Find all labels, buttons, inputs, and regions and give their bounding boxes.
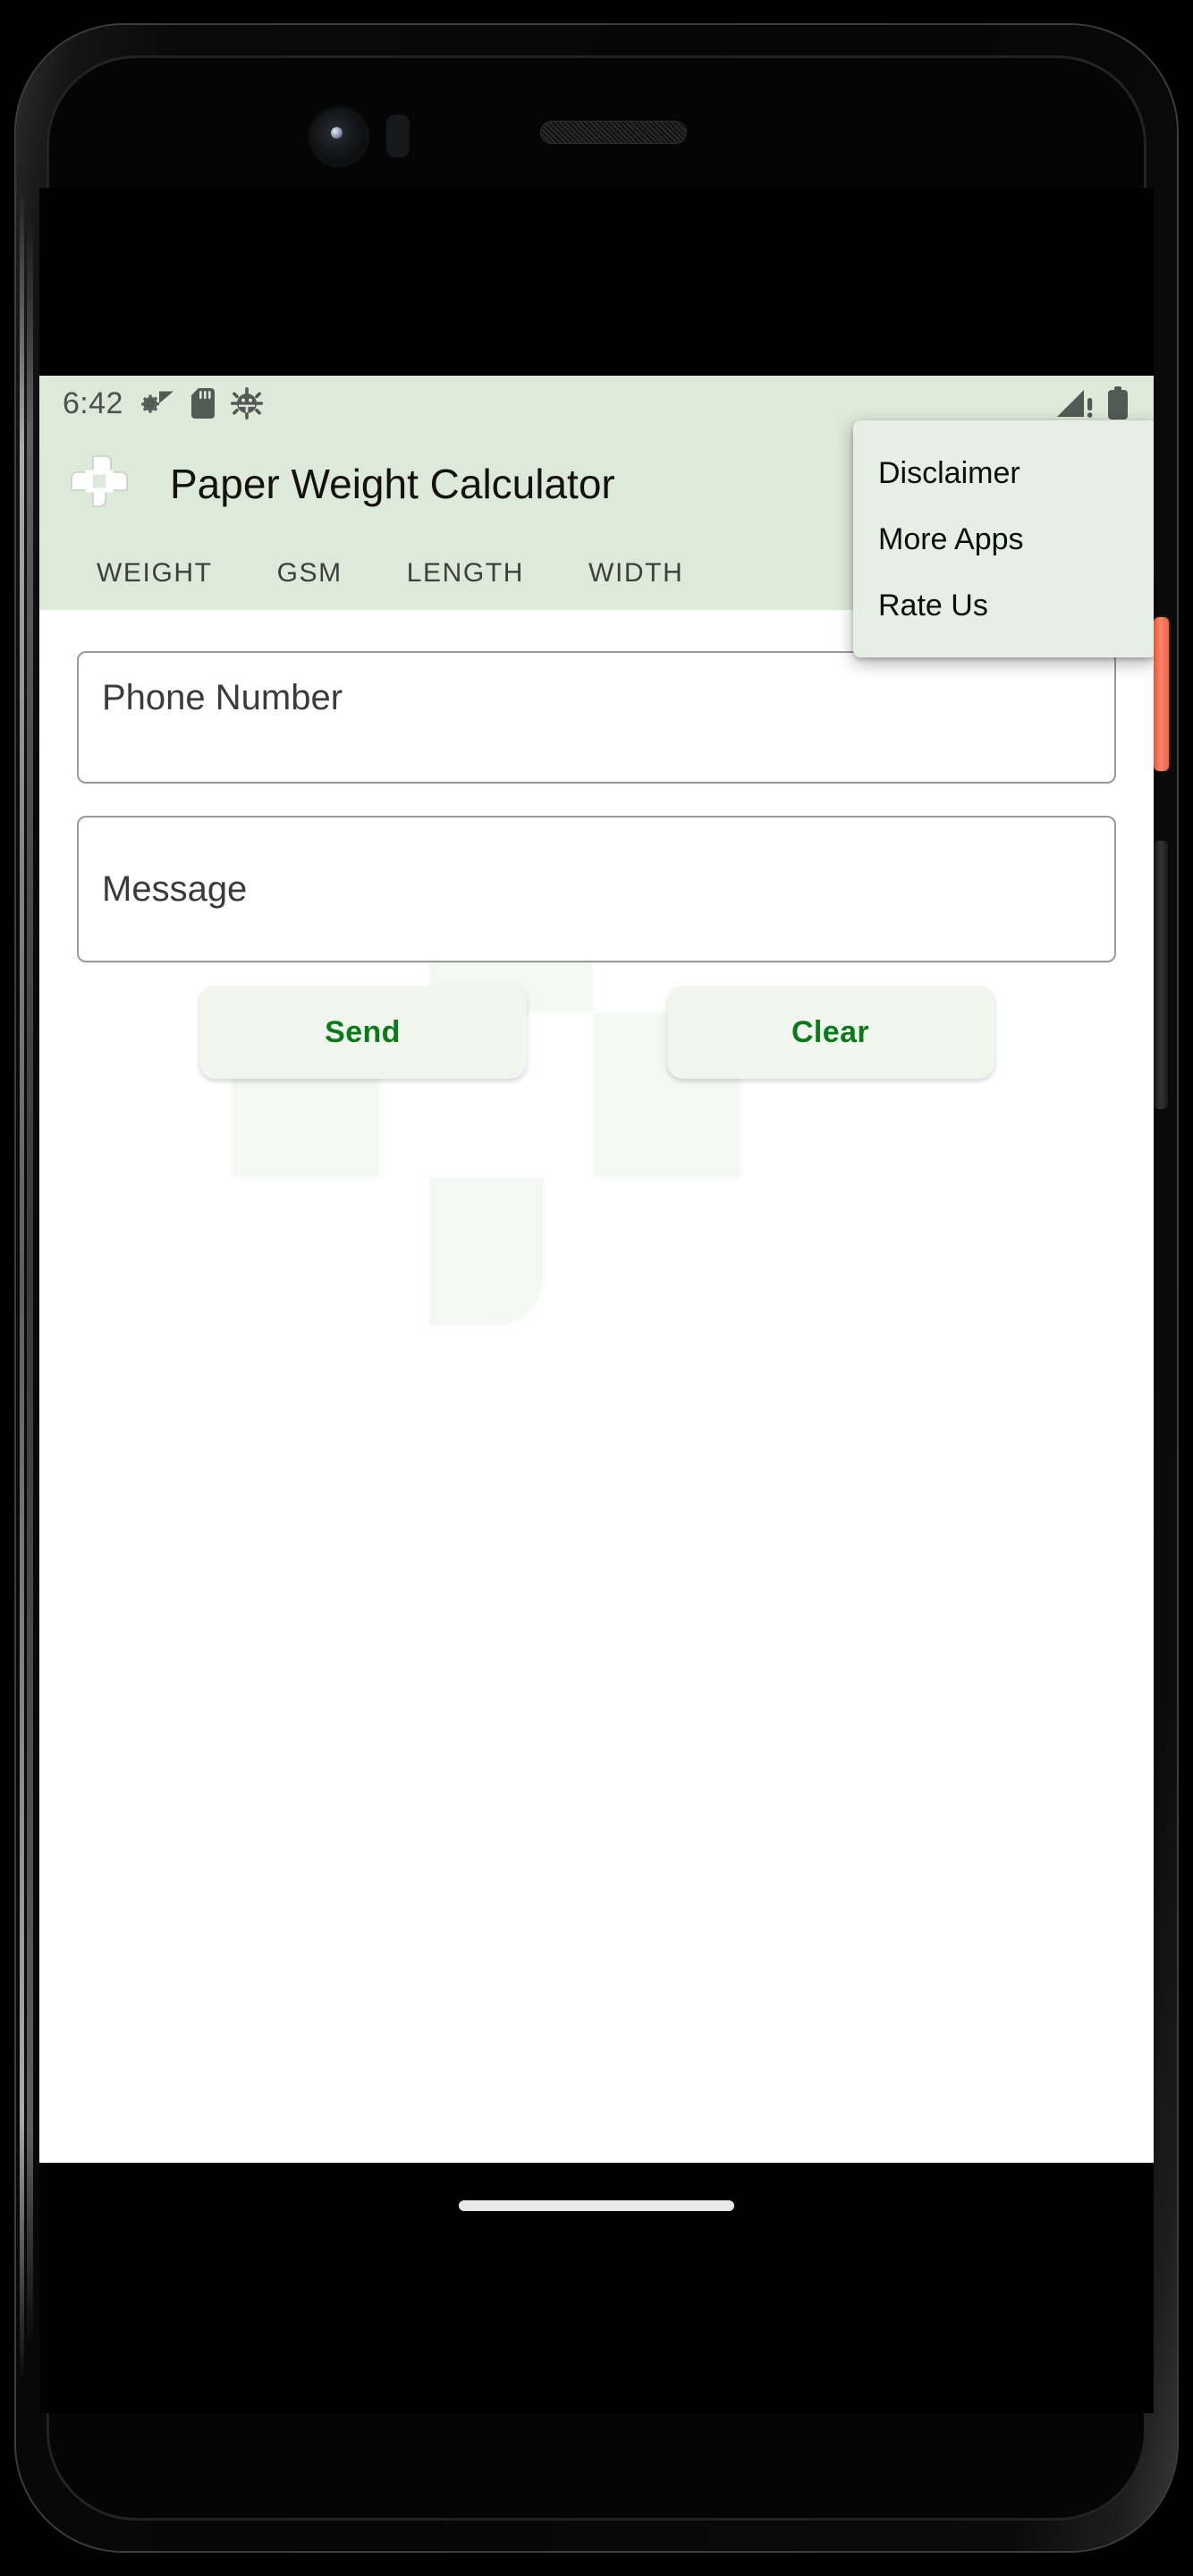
message-placeholder: Message xyxy=(102,869,248,909)
settings-sync-icon xyxy=(140,391,173,413)
gesture-home-pill[interactable] xyxy=(459,2200,734,2211)
message-input[interactable]: Message xyxy=(77,816,1116,962)
status-bar-right-icons xyxy=(1057,386,1129,420)
cellular-no-sim-icon xyxy=(1057,390,1093,418)
screen-top-blank-area xyxy=(39,188,1154,376)
screen-bottom-blank-area xyxy=(39,2279,1154,2413)
volume-rocker-button[interactable] xyxy=(1154,841,1168,1109)
proximity-sensor-icon xyxy=(386,114,410,157)
tab-length[interactable]: LENGTH xyxy=(375,558,556,589)
pinwheel-logo-icon xyxy=(66,451,132,517)
battery-full-icon xyxy=(1108,386,1128,419)
menu-item-more-apps[interactable]: More Apps xyxy=(853,506,1154,572)
contact-form: Phone Number Message Send Clear xyxy=(39,610,1154,1079)
main-content: Phone Number Message Send Clear xyxy=(39,610,1154,2163)
tab-gsm[interactable]: GSM xyxy=(245,558,375,589)
earpiece-speaker-icon xyxy=(540,121,687,144)
power-button[interactable] xyxy=(1154,617,1169,771)
tab-weight[interactable]: WEIGHT xyxy=(66,558,245,589)
frame-edge-shadow-left xyxy=(27,215,33,2343)
phone-screen: 6:42 Paper Weight Calculator WEIGHT GSM … xyxy=(39,376,1154,2163)
overflow-menu: Disclaimer More Apps Rate Us xyxy=(853,420,1154,657)
form-button-row: Send Clear xyxy=(77,962,1116,1079)
android-debug-icon xyxy=(230,387,263,419)
phone-number-input[interactable]: Phone Number xyxy=(77,651,1116,784)
page-title: Paper Weight Calculator xyxy=(170,461,615,507)
frame-edge-highlight-left xyxy=(20,188,24,2379)
system-navigation-bar xyxy=(39,2163,1154,2279)
send-button[interactable]: Send xyxy=(199,986,527,1079)
status-bar-clock: 6:42 xyxy=(63,386,123,420)
menu-item-rate-us[interactable]: Rate Us xyxy=(853,572,1154,639)
status-bar-left-icons xyxy=(140,387,263,419)
phone-number-placeholder: Phone Number xyxy=(102,678,343,717)
front-camera-icon xyxy=(311,109,367,165)
tab-width[interactable]: WIDTH xyxy=(556,558,715,589)
clear-button[interactable]: Clear xyxy=(666,986,994,1079)
sd-card-icon xyxy=(190,388,215,419)
menu-item-disclaimer[interactable]: Disclaimer xyxy=(853,440,1154,506)
